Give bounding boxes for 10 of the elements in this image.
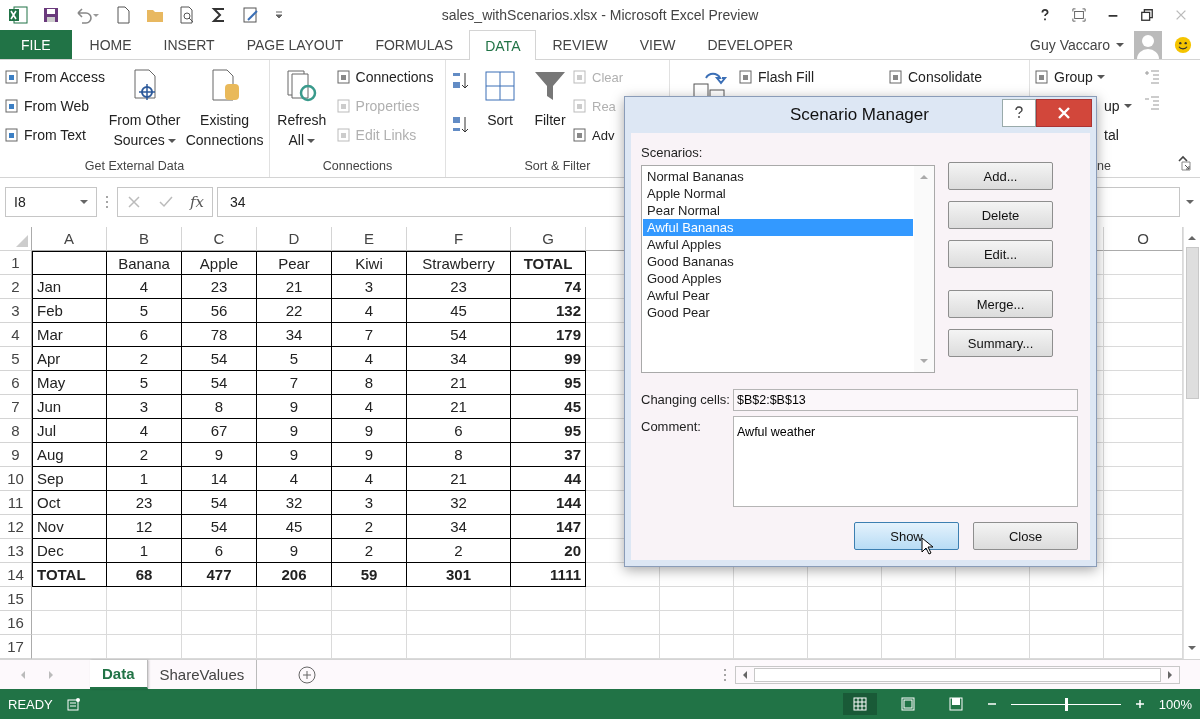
scenarios-label: Scenarios:	[641, 145, 704, 160]
group-label: Sort & Filter	[524, 159, 591, 173]
status-mode: READY	[8, 696, 53, 712]
dialog-title: Scenario Manager	[789, 104, 930, 125]
group-label: Connections	[322, 159, 393, 173]
field-label: Comment:	[641, 418, 702, 436]
group-label: ne	[1097, 159, 1111, 173]
group-label: Get External Data	[84, 159, 185, 173]
window-title: sales_withScenarios.xlsx - Microsoft Excel Preview	[441, 7, 759, 23]
field-label: Changing cells:	[641, 391, 729, 409]
